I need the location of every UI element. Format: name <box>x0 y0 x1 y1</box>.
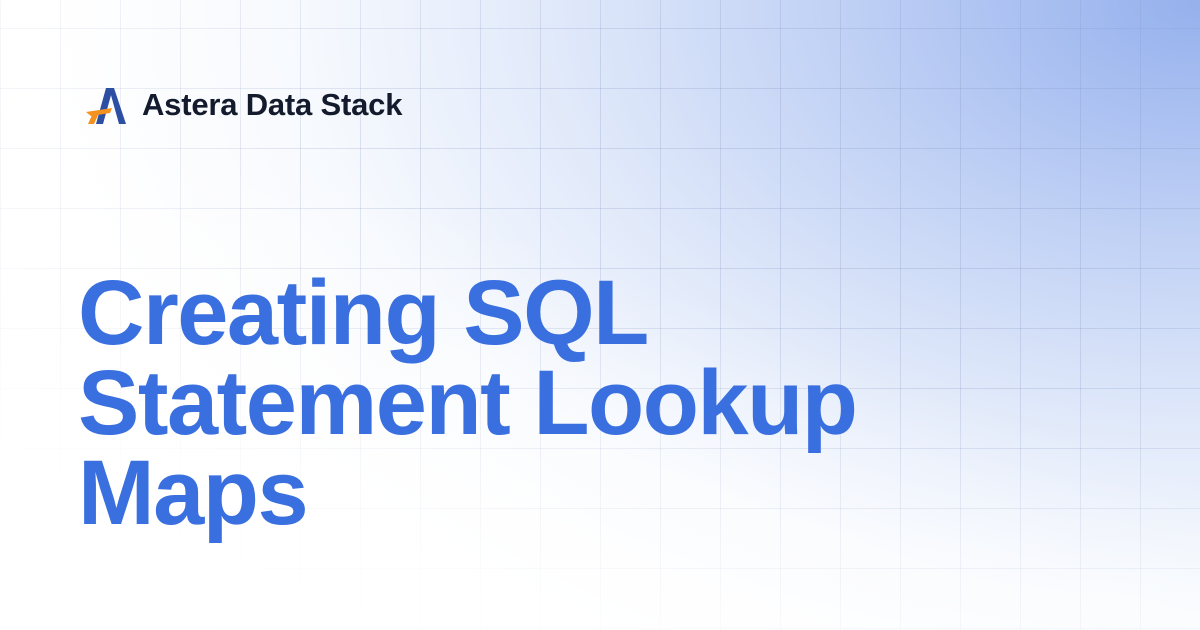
brand: Astera Data Stack <box>82 82 402 128</box>
title-line-3: Maps <box>78 442 309 544</box>
astera-a-logo-icon <box>86 88 126 124</box>
og-card: Astera Data Stack Creating SQL Statement… <box>0 0 1200 630</box>
title-line-1: Creating SQL <box>78 262 649 364</box>
brand-name: Astera Data Stack <box>142 87 403 122</box>
title-line-2: Statement Lookup <box>78 352 858 454</box>
page-title: Creating SQL Statement Lookup Maps <box>78 262 1128 544</box>
